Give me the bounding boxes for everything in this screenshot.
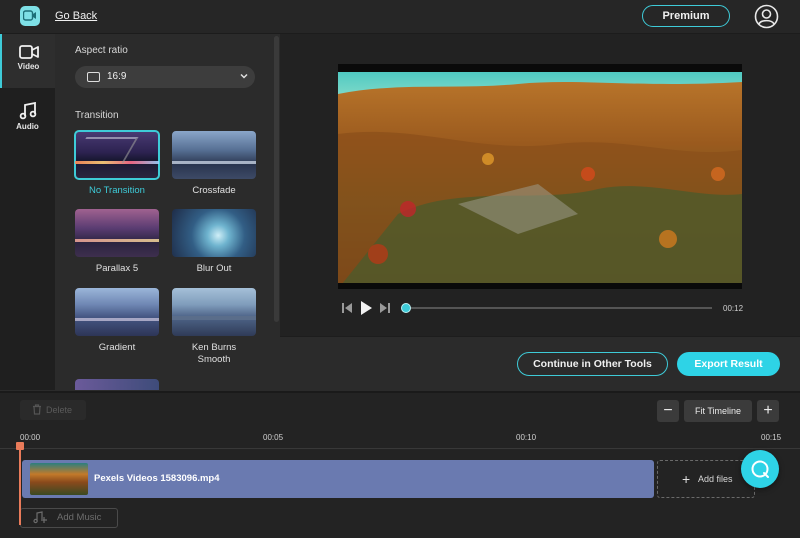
app-logo-icon[interactable] xyxy=(20,6,40,26)
previous-icon[interactable] xyxy=(341,301,353,315)
video-camera-icon xyxy=(18,45,39,59)
delete-label: Delete xyxy=(46,405,73,415)
aspect-ratio-select[interactable]: 16:9 xyxy=(75,66,255,88)
transition-label: Ken Burns Smooth xyxy=(191,342,237,365)
premium-button[interactable]: Premium xyxy=(642,5,730,27)
duration-label: 00:12 xyxy=(723,304,744,313)
transition-label: Parallax 5 xyxy=(95,263,139,274)
next-icon[interactable] xyxy=(379,301,391,315)
panel-scrollbar[interactable] xyxy=(274,36,279,322)
go-back-link[interactable]: Go Back xyxy=(55,10,97,22)
music-note-plus-icon xyxy=(33,511,47,524)
playhead-handle[interactable] xyxy=(16,442,24,450)
timeline-toolbar: Delete − Fit Timeline + xyxy=(0,393,800,427)
tick-label: 00:10 xyxy=(516,433,537,442)
transition-thumbnail-partial[interactable] xyxy=(75,379,159,390)
seek-handle[interactable] xyxy=(401,303,411,313)
transition-label: Crossfade xyxy=(192,185,236,196)
video-preview[interactable] xyxy=(338,64,742,289)
zoom-out-button[interactable]: − xyxy=(657,400,679,422)
account-icon[interactable] xyxy=(754,4,779,29)
clip-thumbnail xyxy=(30,463,88,495)
chevron-down-icon xyxy=(240,73,248,79)
transition-label: No Transition xyxy=(89,185,145,196)
app-root: Go Back Premium Video Audio Aspect ratio… xyxy=(0,0,800,538)
screen-icon xyxy=(87,72,100,82)
chat-support-button[interactable] xyxy=(741,450,779,488)
add-music-label: Add Music xyxy=(57,512,102,523)
transition-thumbnail xyxy=(74,130,160,180)
transition-thumbnail xyxy=(172,209,256,257)
transition-crossfade[interactable]: Crossfade xyxy=(172,131,256,197)
aspect-ratio-heading: Aspect ratio xyxy=(75,45,128,56)
zoom-in-button[interactable]: + xyxy=(757,400,779,422)
rail-item-video[interactable]: Video xyxy=(0,34,55,88)
transition-parallax-5[interactable]: Parallax 5 xyxy=(75,209,159,275)
trash-icon xyxy=(33,404,41,415)
playhead[interactable] xyxy=(19,443,21,525)
tick-label: 00:00 xyxy=(20,433,41,442)
chat-icon xyxy=(751,460,769,478)
transition-label: Gradient xyxy=(98,342,136,353)
top-bar: Go Back Premium xyxy=(0,0,800,34)
action-bar: Continue in Other Tools Export Result xyxy=(280,336,800,390)
export-result-button[interactable]: Export Result xyxy=(677,352,780,376)
player-controls: 00:12 xyxy=(338,297,744,319)
add-files-label: Add files xyxy=(698,474,733,484)
transition-thumbnail xyxy=(75,288,159,336)
transition-ken-burns-smooth[interactable]: Ken Burns Smooth xyxy=(172,288,256,366)
rail-item-audio[interactable]: Audio xyxy=(0,92,55,146)
transition-no-transition[interactable]: No Transition xyxy=(74,130,160,197)
left-rail: Video Audio xyxy=(0,34,55,390)
transition-heading: Transition xyxy=(75,110,119,121)
aspect-ratio-value: 16:9 xyxy=(107,71,127,82)
plus-icon: + xyxy=(682,471,691,487)
rail-label-audio: Audio xyxy=(16,122,39,131)
settings-panel: Aspect ratio 16:9 Transition No Transiti… xyxy=(55,34,280,390)
music-note-icon xyxy=(19,102,36,120)
timeline-panel: Delete − Fit Timeline + 00:00 00:05 00:1… xyxy=(0,391,800,538)
transition-blur-out[interactable]: Blur Out xyxy=(172,209,256,275)
play-icon[interactable] xyxy=(359,300,373,316)
transition-thumbnail xyxy=(172,131,256,179)
transition-thumbnail xyxy=(172,288,256,336)
transition-gradient[interactable]: Gradient xyxy=(75,288,159,354)
clip-name: Pexels Videos 1583096.mp4 xyxy=(94,473,220,484)
rail-label-video: Video xyxy=(17,62,40,71)
seek-bar[interactable] xyxy=(406,307,712,309)
continue-in-other-tools-button[interactable]: Continue in Other Tools xyxy=(517,352,668,376)
transition-label: Blur Out xyxy=(196,263,232,274)
tick-label: 00:05 xyxy=(263,433,284,442)
fit-timeline-button[interactable]: Fit Timeline xyxy=(684,400,752,422)
add-music-button[interactable]: Add Music xyxy=(20,508,118,528)
video-clip[interactable]: Pexels Videos 1583096.mp4 xyxy=(22,460,654,498)
timeline-ruler[interactable]: 00:00 00:05 00:10 00:15 xyxy=(0,427,800,449)
delete-button[interactable]: Delete xyxy=(20,400,86,420)
tick-label: 00:15 xyxy=(761,433,782,442)
video-frame xyxy=(338,64,742,289)
transition-thumbnail xyxy=(75,209,159,257)
